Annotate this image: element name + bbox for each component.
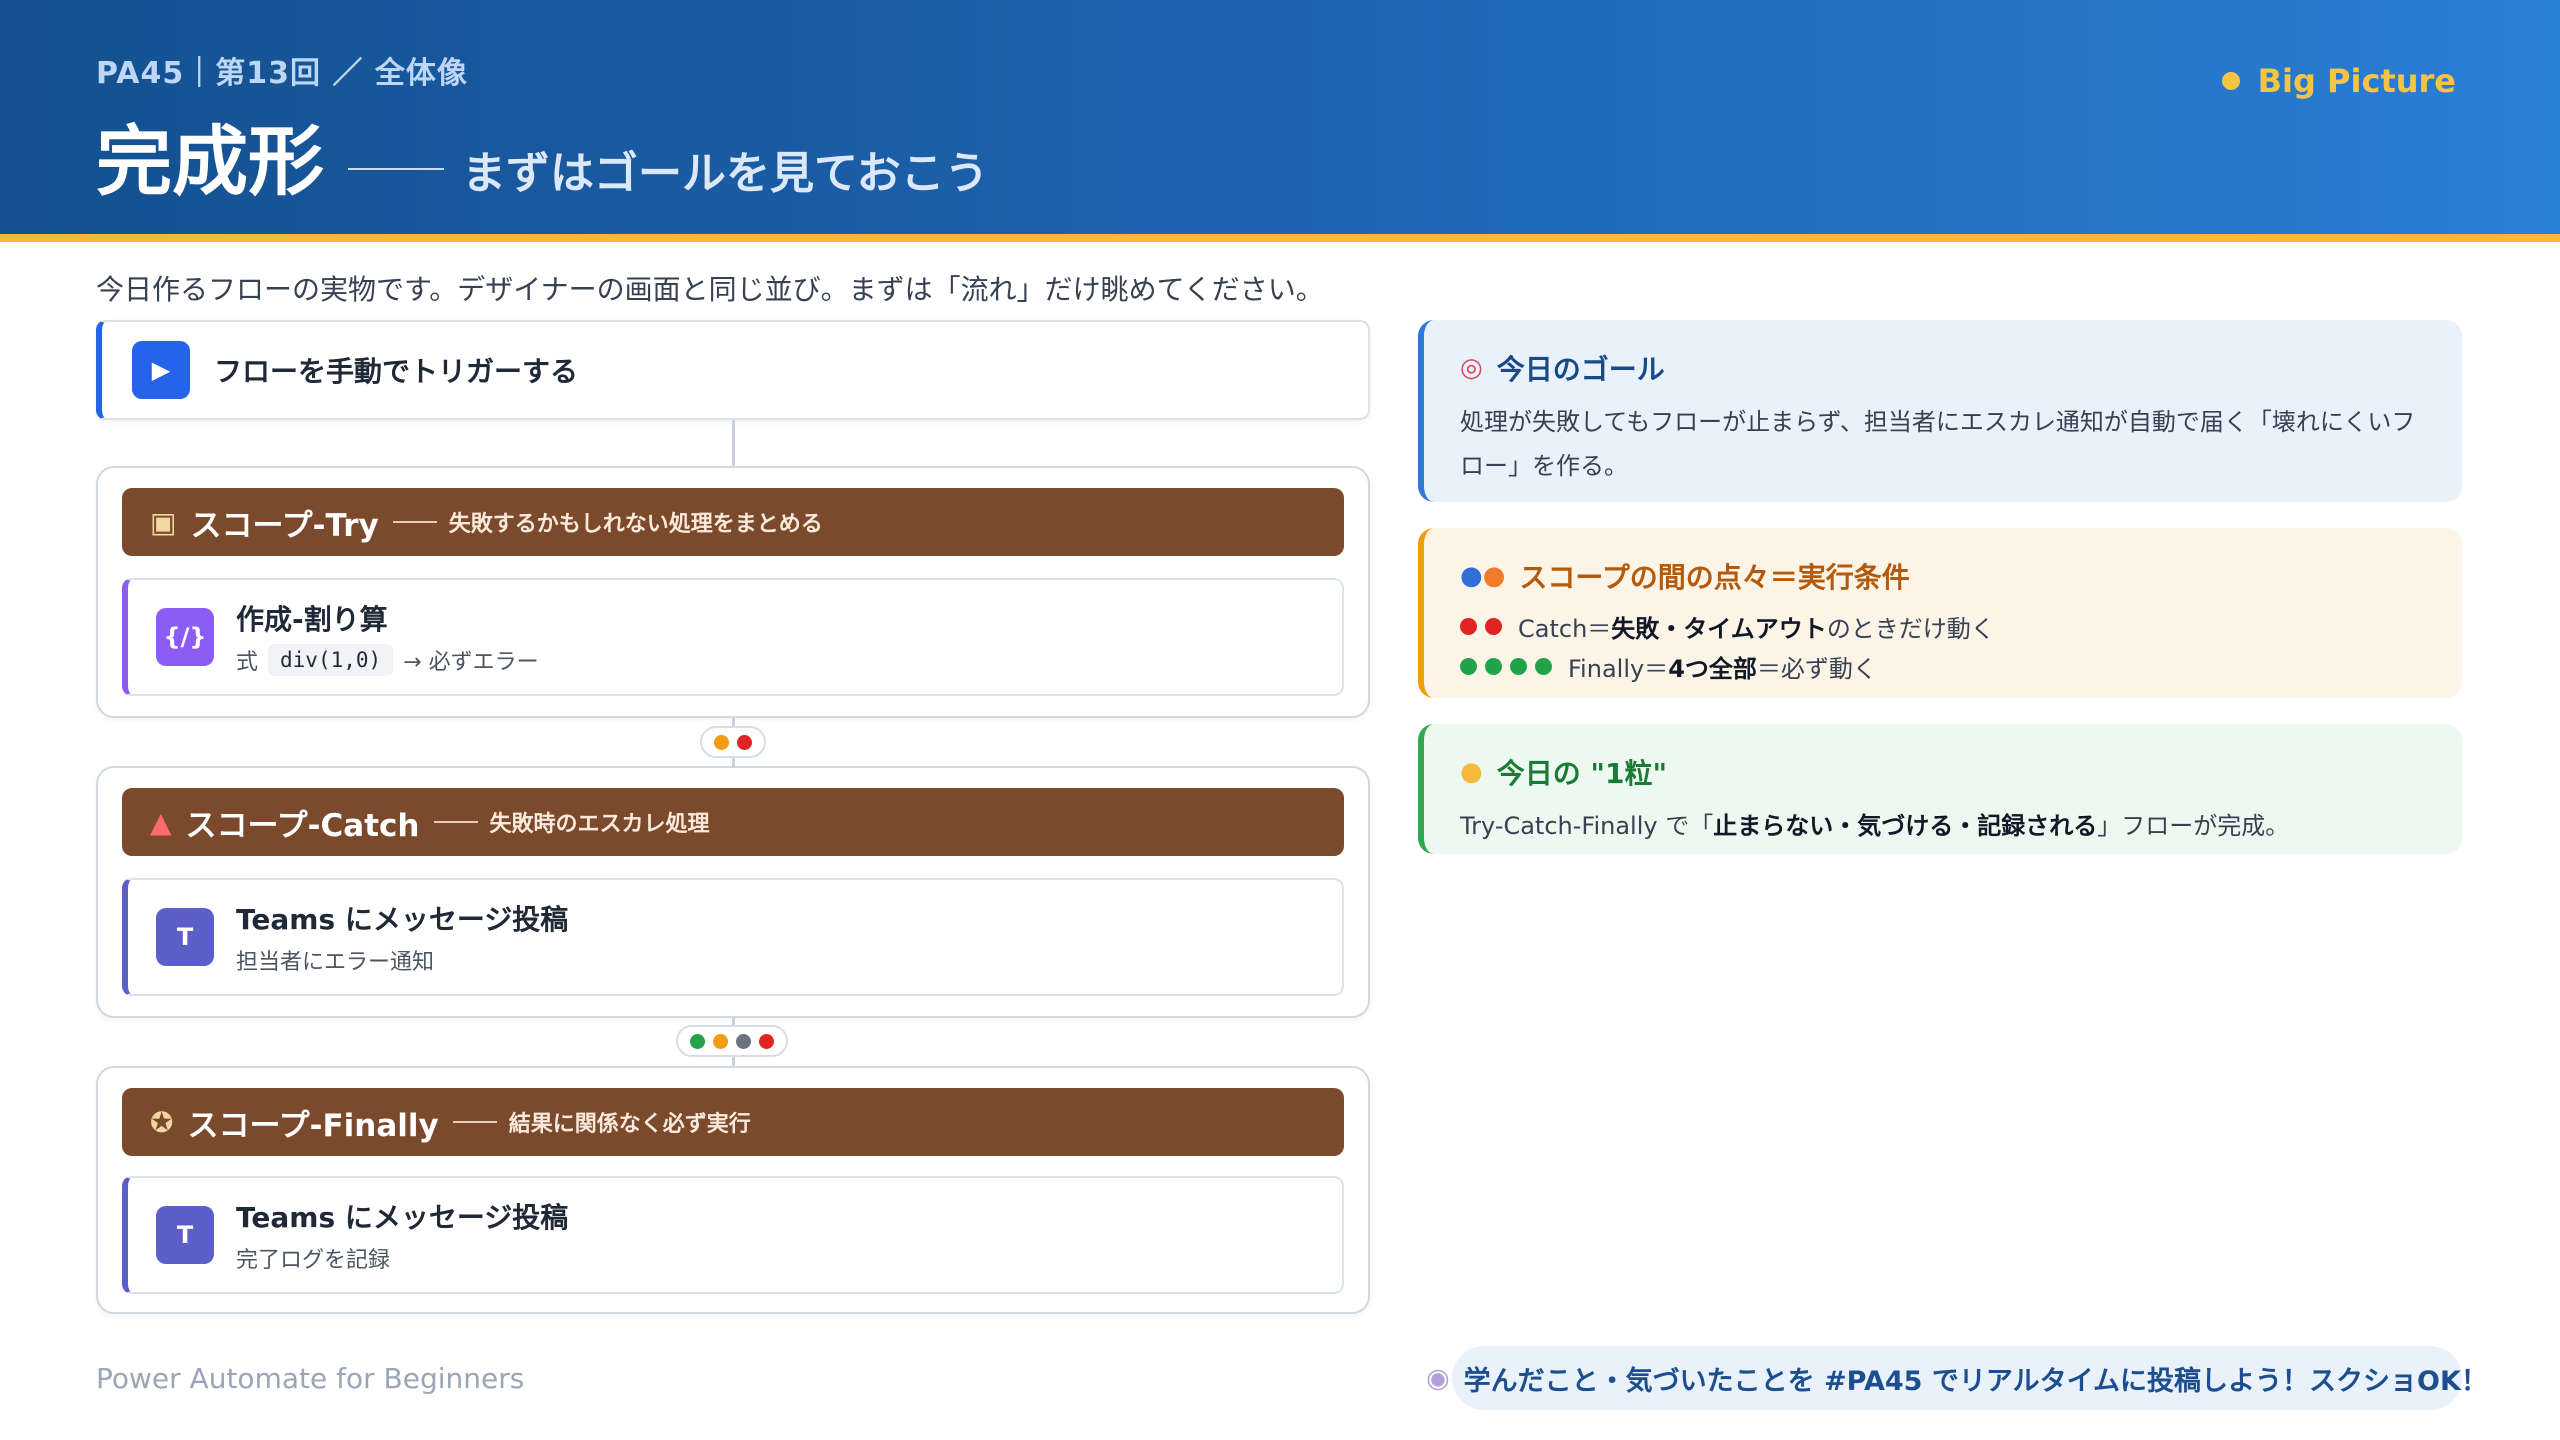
scope-try-name: スコープ-Try — [190, 507, 379, 544]
scope-dash — [452, 1121, 497, 1123]
grain-prefix: Try-Catch-Finally で「 — [1460, 812, 1714, 840]
trigger-label: フローを手動でトリガーする — [214, 355, 579, 388]
scope-try-header[interactable]: ▣ スコープ-Try 失敗するかもしれない処理をまとめる — [122, 488, 1344, 556]
catch-dots-icon — [1460, 617, 1502, 635]
footer-pill-text: 学んだこと・気づいたことを #PA45 でリアルタイムに投稿しよう！スクショOK… — [1463, 1365, 2488, 1397]
catch-bold: 失敗・タイムアウト — [1611, 614, 1827, 643]
expr-suffix: → 必ずエラー — [403, 650, 539, 675]
status-dot — [1485, 657, 1502, 675]
status-dot — [1535, 657, 1552, 675]
footer-course-name: Power Automate for Beginners — [96, 1362, 525, 1395]
status-dot — [1460, 657, 1477, 675]
big-picture-badge: Big Picture — [2221, 62, 2456, 100]
siren-icon: ▲ — [150, 805, 172, 839]
header-banner: PA45｜第13回 ／ 全体像 完成形 まずはゴールを見ておこう Big Pic… — [0, 0, 2560, 234]
breadcrumb: PA45｜第13回 ／ 全体像 — [96, 56, 468, 91]
blue-orange-circles-icon: ●● — [1460, 561, 1506, 591]
scope-finally-header[interactable]: ✪ スコープ-Finally 結果に関係なく必ず実行 — [122, 1088, 1344, 1156]
scope-try[interactable]: ▣ スコープ-Try 失敗するかもしれない処理をまとめる {/} 作成-割り算 … — [96, 466, 1370, 718]
lightbulb-icon: ● — [1460, 757, 1483, 787]
trigger-card[interactable]: ▶ フローを手動でトリガーする — [96, 320, 1370, 420]
scope-catch[interactable]: ▲ スコープ-Catch 失敗時のエスカレ処理 T Teams にメッセージ投稿… — [96, 766, 1370, 1018]
scope-finally[interactable]: ✪ スコープ-Finally 結果に関係なく必ず実行 T Teams にメッセー… — [96, 1066, 1370, 1314]
grain-suffix: 」フローが完成。 — [2097, 812, 2290, 840]
page-subtitle: まずはゴールを見ておこう — [462, 148, 989, 199]
status-dot — [737, 734, 752, 750]
status-dot — [1460, 617, 1477, 635]
action-title: 作成-割り算 — [236, 603, 388, 636]
finally-prefix: Finally＝ — [1568, 654, 1669, 683]
footer-hashtag-pill: ◉ 学んだこと・気づいたことを #PA45 でリアルタイムに投稿しよう！スクショ… — [1426, 1346, 2488, 1410]
finally-dots-icon — [1460, 657, 1552, 675]
conditions-title-text: スコープの間の点々＝実行条件 — [1519, 561, 1910, 594]
grain-bold: 止まらない・気づける・記録される — [1713, 812, 2098, 840]
action-teams-post-log[interactable]: T Teams にメッセージ投稿 完了ログを記録 — [122, 1176, 1344, 1294]
action-subtitle: 式 div(1,0) → 必ずエラー — [236, 644, 539, 676]
status-dot — [736, 1033, 751, 1049]
broom-icon: ✪ — [150, 1105, 174, 1139]
goal-title-text: 今日のゴール — [1496, 353, 1665, 386]
scope-catch-header[interactable]: ▲ スコープ-Catch 失敗時のエスカレ処理 — [122, 788, 1344, 856]
scope-finally-name: スコープ-Finally — [187, 1107, 439, 1144]
goal-card-title: ◎ 今日のゴール — [1460, 348, 2426, 388]
package-icon: ▣ — [150, 505, 177, 539]
action-title: Teams にメッセージ投稿 — [236, 903, 569, 936]
status-dot — [690, 1033, 705, 1049]
play-icon: ▶ — [132, 341, 190, 399]
catch-suffix: のときだけ動く — [1826, 614, 1995, 643]
page-title: 完成形 — [96, 117, 324, 206]
scope-try-desc: 失敗するかもしれない処理をまとめる — [448, 512, 823, 537]
header-accent-bar — [0, 234, 2560, 242]
goal-card-body: 処理が失敗してもフローが止まらず、担当者にエスカレ通知が自動で届く「壊れにくいフ… — [1460, 408, 2416, 480]
action-subtitle: 完了ログを記録 — [236, 1248, 391, 1273]
conditions-card-title: ●● スコープの間の点々＝実行条件 — [1460, 556, 2426, 596]
scope-catch-name: スコープ-Catch — [185, 807, 420, 844]
action-subtitle: 担当者にエラー通知 — [236, 950, 435, 975]
intro-text: 今日作るフローの実物です。デザイナーの画面と同じ並び。まずは「流れ」だけ眺めてく… — [96, 273, 1324, 306]
status-dot — [713, 1033, 728, 1049]
badge-label: Big Picture — [2257, 62, 2456, 100]
badge-dot-icon — [2221, 72, 2240, 90]
grain-card-body: Try-Catch-Finally で「止まらない・気づける・記録される」フロー… — [1460, 804, 2426, 848]
teams-icon: T — [156, 1206, 214, 1264]
scope-catch-desc: 失敗時のエスカレ処理 — [489, 812, 710, 837]
condition-finally-line: Finally＝ 4つ全部 ＝必ず動く — [1460, 646, 2426, 686]
code-icon: {/} — [156, 608, 214, 666]
status-dot — [714, 734, 729, 750]
action-title: Teams にメッセージ投稿 — [236, 1201, 569, 1234]
condition-catch-line: Catch＝ 失敗・タイムアウト のときだけ動く — [1460, 606, 2426, 646]
action-teams-post-error[interactable]: T Teams にメッセージ投稿 担当者にエラー通知 — [122, 878, 1344, 996]
status-dot — [1485, 617, 1502, 635]
conditions-card: ●● スコープの間の点々＝実行条件 Catch＝ 失敗・タイムアウト のときだけ動く… — [1418, 528, 2462, 698]
grain-card-title: ● 今日の "1粒" — [1460, 752, 2426, 792]
goal-card: ◎ 今日のゴール 処理が失敗してもフローが止まらず、担当者にエスカレ通知が自動で… — [1418, 320, 2462, 502]
title-row: 完成形 まずはゴールを見ておこう — [96, 100, 989, 210]
expr-code: div(1,0) — [268, 644, 394, 676]
scope-dash — [392, 521, 437, 523]
catch-prefix: Catch＝ — [1518, 614, 1612, 643]
run-after-finally-indicator[interactable] — [676, 1025, 788, 1057]
action-compose-divide[interactable]: {/} 作成-割り算 式 div(1,0) → 必ずエラー — [122, 578, 1344, 696]
grain-title-text: 今日の "1粒" — [1496, 757, 1668, 790]
finally-suffix: ＝必ず動く — [1756, 654, 1877, 683]
run-after-catch-indicator[interactable] — [700, 726, 766, 758]
scope-dash — [433, 821, 478, 823]
teams-icon: T — [156, 908, 214, 966]
status-dot — [759, 1033, 774, 1049]
target-icon: ◎ — [1460, 353, 1483, 383]
status-dot — [1510, 657, 1527, 675]
finally-bold: 4つ全部 — [1668, 654, 1757, 683]
speech-bubble-icon: ◉ — [1426, 1362, 1450, 1394]
grain-card: ● 今日の "1粒" Try-Catch-Finally で「止まらない・気づけ… — [1418, 724, 2462, 854]
connector-line — [732, 420, 735, 466]
expr-prefix: 式 — [236, 650, 259, 675]
title-separator — [348, 168, 444, 170]
scope-finally-desc: 結果に関係なく必ず実行 — [508, 1112, 751, 1137]
